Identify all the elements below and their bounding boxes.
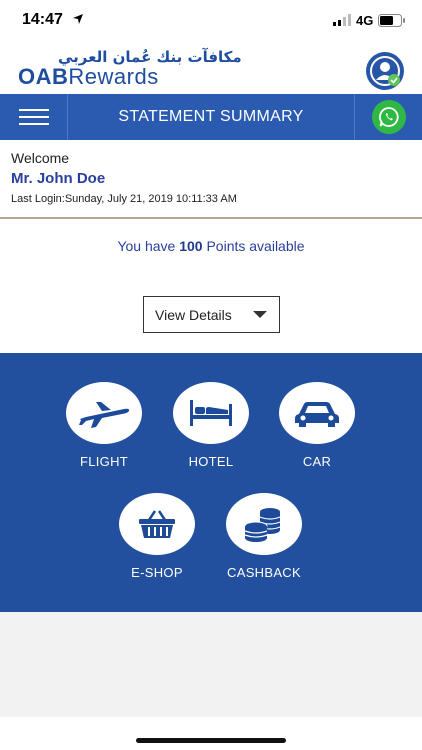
points-suffix: Points available — [206, 238, 305, 254]
welcome-label: Welcome — [11, 150, 70, 166]
bed-icon — [190, 400, 232, 426]
home-indicator — [136, 738, 286, 743]
empty-content-area — [0, 612, 422, 717]
service-flight[interactable]: FLIGHT — [54, 382, 154, 469]
whatsapp-cell — [354, 94, 422, 140]
navbar: STATEMENT SUMMARY — [0, 94, 422, 140]
user-profile-icon — [370, 56, 400, 86]
flight-circle — [66, 382, 142, 444]
user-name: Mr. John Doe — [11, 170, 106, 187]
logo-rewards: Rewards — [68, 64, 159, 89]
caret-down-icon — [253, 311, 267, 318]
service-cashback-label: CASHBACK — [227, 565, 301, 580]
basket-icon — [139, 510, 175, 538]
oab-rewards-logo: مكافآت بنك عُمان العربي OABRewards — [14, 46, 242, 90]
whatsapp-icon — [378, 107, 399, 127]
service-hotel[interactable]: HOTEL — [161, 382, 261, 469]
bottom-bar — [0, 717, 422, 750]
status-time: 14:47 — [22, 11, 63, 28]
page-title: STATEMENT SUMMARY — [118, 108, 304, 125]
service-eshop[interactable]: E-SHOP — [107, 493, 207, 580]
location-arrow-icon — [73, 14, 83, 24]
app-header: مكافآت بنك عُمان العربي OABRewards — [0, 46, 422, 94]
airplane-icon — [79, 402, 130, 428]
welcome-section: Welcome Mr. John Doe Last Login:Sunday, … — [11, 150, 411, 205]
service-eshop-label: E-SHOP — [131, 565, 183, 580]
points-summary: You have 100 Points available — [0, 238, 422, 254]
service-flight-label: FLIGHT — [79, 454, 129, 469]
service-cashback[interactable]: CASHBACK — [214, 493, 314, 580]
battery-icon — [378, 14, 405, 27]
car-circle — [279, 382, 355, 444]
service-hotel-label: HOTEL — [188, 454, 234, 469]
network-type: 4G — [356, 13, 374, 28]
service-car[interactable]: CAR — [267, 382, 367, 469]
points-value: 100 — [179, 238, 203, 254]
car-icon — [295, 402, 339, 427]
view-details-label: View Details — [155, 306, 232, 323]
logo-oab: OAB — [18, 64, 69, 89]
service-car-label: CAR — [302, 454, 332, 469]
status-bar: 14:47 4G — [0, 0, 422, 40]
profile-button[interactable] — [366, 52, 404, 90]
view-details-dropdown[interactable]: View Details — [143, 296, 280, 333]
menu-button[interactable] — [0, 94, 68, 140]
hamburger-menu-icon — [18, 109, 49, 125]
hotel-circle — [173, 382, 249, 444]
last-login: Last Login:Sunday, July 21, 2019 10:11:3… — [11, 193, 237, 205]
services-panel: FLIGHT HOTEL CAR E-SHOP CASHBACK — [0, 353, 422, 612]
eshop-circle — [119, 493, 195, 555]
divider — [0, 217, 422, 219]
signal-icon — [333, 14, 351, 26]
cashback-circle — [226, 493, 302, 555]
whatsapp-button[interactable] — [371, 100, 406, 134]
logo-latin-text: OABRewards — [18, 64, 159, 90]
coins-icon — [244, 508, 281, 542]
points-prefix: You have — [117, 238, 176, 254]
